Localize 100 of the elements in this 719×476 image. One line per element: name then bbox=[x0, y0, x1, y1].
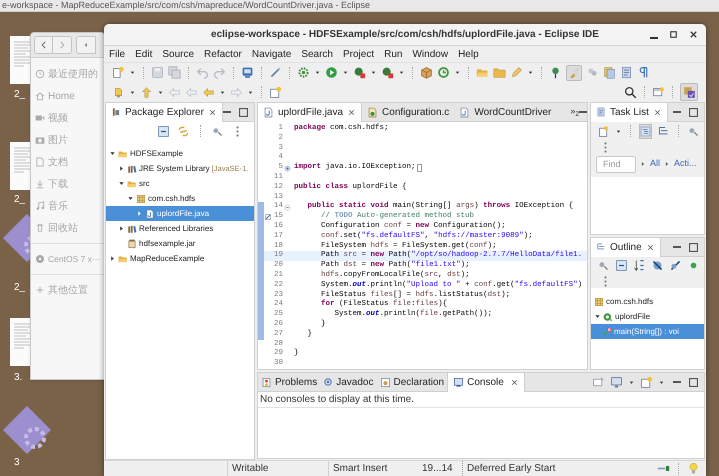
folded-code-marker[interactable] bbox=[416, 164, 422, 172]
dropdown-caret-icon[interactable] bbox=[342, 69, 349, 76]
badge-circle-icon[interactable] bbox=[381, 66, 394, 79]
collapsed-arrow-icon[interactable] bbox=[118, 165, 125, 172]
menu-item[interactable]: Navigate bbox=[252, 46, 292, 62]
close-icon[interactable] bbox=[347, 108, 356, 116]
tree-item[interactable]: com.csh.hdfs bbox=[591, 294, 704, 309]
tree-item[interactable]: uplordFile bbox=[591, 309, 704, 324]
gear-diamond-icon[interactable] bbox=[2, 405, 52, 455]
pin-console-icon[interactable] bbox=[592, 376, 605, 388]
dropdown-caret-icon[interactable] bbox=[527, 69, 534, 76]
dropdown-caret-icon[interactable] bbox=[615, 128, 622, 134]
document-thumbnail-icon[interactable] bbox=[10, 36, 30, 84]
collapsed-arrow-icon[interactable] bbox=[109, 255, 116, 262]
tree-item[interactable]: Referenced Libraries bbox=[106, 221, 254, 236]
tree-item[interactable]: HDFSExample bbox=[106, 146, 254, 161]
dropdown-caret-icon[interactable] bbox=[398, 69, 405, 76]
maximize-icon[interactable] bbox=[689, 108, 698, 116]
refresh-icon[interactable] bbox=[437, 66, 450, 79]
maximize-icon[interactable] bbox=[239, 108, 248, 116]
perspective-button[interactable] bbox=[680, 83, 698, 101]
menu-item[interactable]: Search bbox=[301, 46, 333, 62]
maximize-icon[interactable] bbox=[689, 378, 698, 386]
dropdown-caret-icon[interactable] bbox=[247, 88, 254, 96]
menu-item[interactable]: Project bbox=[343, 46, 374, 62]
view-tab[interactable]: Problems bbox=[258, 373, 320, 392]
new-document-icon[interactable] bbox=[112, 66, 125, 79]
maximize-icon[interactable] bbox=[689, 242, 698, 252]
sort-icon[interactable] bbox=[633, 259, 646, 272]
dropdown-caret-icon[interactable] bbox=[628, 378, 635, 386]
new-console-icon[interactable] bbox=[640, 376, 653, 388]
view-tab[interactable]: Task List bbox=[591, 103, 668, 122]
menu-item[interactable]: Edit bbox=[135, 46, 152, 62]
maximize-button[interactable] bbox=[667, 28, 680, 41]
up-arrow-icon[interactable] bbox=[140, 86, 153, 98]
document-thumbnail-icon[interactable] bbox=[10, 142, 30, 190]
close-icon[interactable] bbox=[510, 378, 519, 386]
badge-circle-icon[interactable] bbox=[353, 66, 366, 79]
expanded-arrow-icon[interactable] bbox=[109, 150, 116, 157]
gear-diamond-icon[interactable] bbox=[2, 213, 30, 263]
tab-overflow-indicator[interactable]: »$_{2}$ bbox=[570, 105, 580, 119]
hide-fields-icon[interactable] bbox=[651, 259, 664, 272]
expanded-arrow-icon[interactable] bbox=[127, 195, 134, 202]
perspective-icon[interactable] bbox=[652, 86, 665, 98]
page-icon[interactable] bbox=[620, 66, 633, 79]
find-field[interactable]: Find bbox=[596, 156, 636, 172]
menu-item[interactable]: Run bbox=[384, 46, 402, 62]
expanded-arrow-icon[interactable] bbox=[594, 313, 601, 320]
tree-item[interactable]: com.csh.hdfs bbox=[106, 191, 254, 206]
filter-link[interactable]: Acti... bbox=[674, 157, 697, 171]
play-icon[interactable] bbox=[325, 66, 338, 79]
tag-icon[interactable] bbox=[112, 86, 125, 98]
dropdown-caret-icon[interactable] bbox=[314, 69, 321, 76]
tree-item[interactable]: src bbox=[106, 176, 254, 191]
pilcrow-icon[interactable] bbox=[637, 66, 650, 79]
dropdown-caret-icon[interactable] bbox=[129, 88, 136, 96]
cards-icon[interactable] bbox=[603, 66, 616, 79]
collapsed-arrow-icon[interactable] bbox=[118, 225, 125, 232]
monitor-icon[interactable] bbox=[241, 66, 254, 79]
menu-item[interactable]: Help bbox=[458, 46, 479, 62]
filter-link[interactable]: All bbox=[650, 157, 660, 171]
gear-icon[interactable] bbox=[297, 66, 310, 79]
menu-item[interactable]: Window bbox=[412, 46, 448, 62]
search-icon[interactable] bbox=[624, 86, 637, 98]
tree-item[interactable]: MapReduceExample bbox=[106, 251, 254, 266]
close-icon[interactable] bbox=[208, 108, 217, 116]
view-tab[interactable]: Package Explorer bbox=[106, 103, 223, 122]
menu-item[interactable]: Refactor bbox=[204, 46, 242, 62]
collapse-all-icon[interactable] bbox=[157, 124, 170, 138]
menu-item[interactable]: Source bbox=[162, 46, 194, 62]
brush-toggle-button[interactable] bbox=[566, 64, 582, 80]
editor-tab[interactable]: Configuration.c bbox=[362, 103, 454, 122]
wand-icon[interactable] bbox=[269, 66, 282, 79]
dropdown-caret-icon[interactable] bbox=[658, 378, 665, 386]
dropdown-caret-icon[interactable] bbox=[219, 88, 226, 96]
dropdown-caret-icon[interactable] bbox=[129, 69, 136, 76]
pencil-icon[interactable] bbox=[510, 66, 523, 79]
left-arrow-icon[interactable] bbox=[202, 86, 215, 98]
folder-icon[interactable] bbox=[493, 66, 506, 79]
document-thumbnail-icon[interactable] bbox=[10, 318, 30, 366]
dropdown-caret-icon[interactable] bbox=[370, 69, 377, 76]
tree-toggle-button[interactable] bbox=[639, 124, 652, 138]
hide-static-icon[interactable] bbox=[669, 259, 682, 272]
link-icon[interactable] bbox=[177, 124, 190, 138]
view-tab[interactable]: Javadoc bbox=[320, 373, 376, 392]
back-button[interactable] bbox=[34, 36, 53, 54]
fold-expand-icon[interactable] bbox=[284, 164, 291, 172]
close-icon[interactable] bbox=[646, 242, 655, 252]
tree-list-icon[interactable] bbox=[657, 124, 670, 138]
close-icon[interactable] bbox=[652, 108, 662, 116]
tree-item[interactable]: hdfsexample.jar bbox=[106, 236, 254, 251]
menu-item[interactable]: File bbox=[109, 46, 126, 62]
view-tab[interactable]: Console bbox=[447, 373, 525, 392]
editor-tab[interactable]: WordCountDriver bbox=[454, 103, 556, 122]
view-tab[interactable]: Declaration bbox=[376, 373, 448, 392]
expanded-arrow-icon[interactable] bbox=[118, 180, 125, 187]
new-task-icon[interactable] bbox=[597, 124, 610, 138]
fold-collapse-icon[interactable] bbox=[284, 204, 291, 211]
editor-tab[interactable]: uplordFile.java bbox=[258, 103, 362, 122]
dropdown-caret-icon[interactable] bbox=[454, 69, 461, 76]
